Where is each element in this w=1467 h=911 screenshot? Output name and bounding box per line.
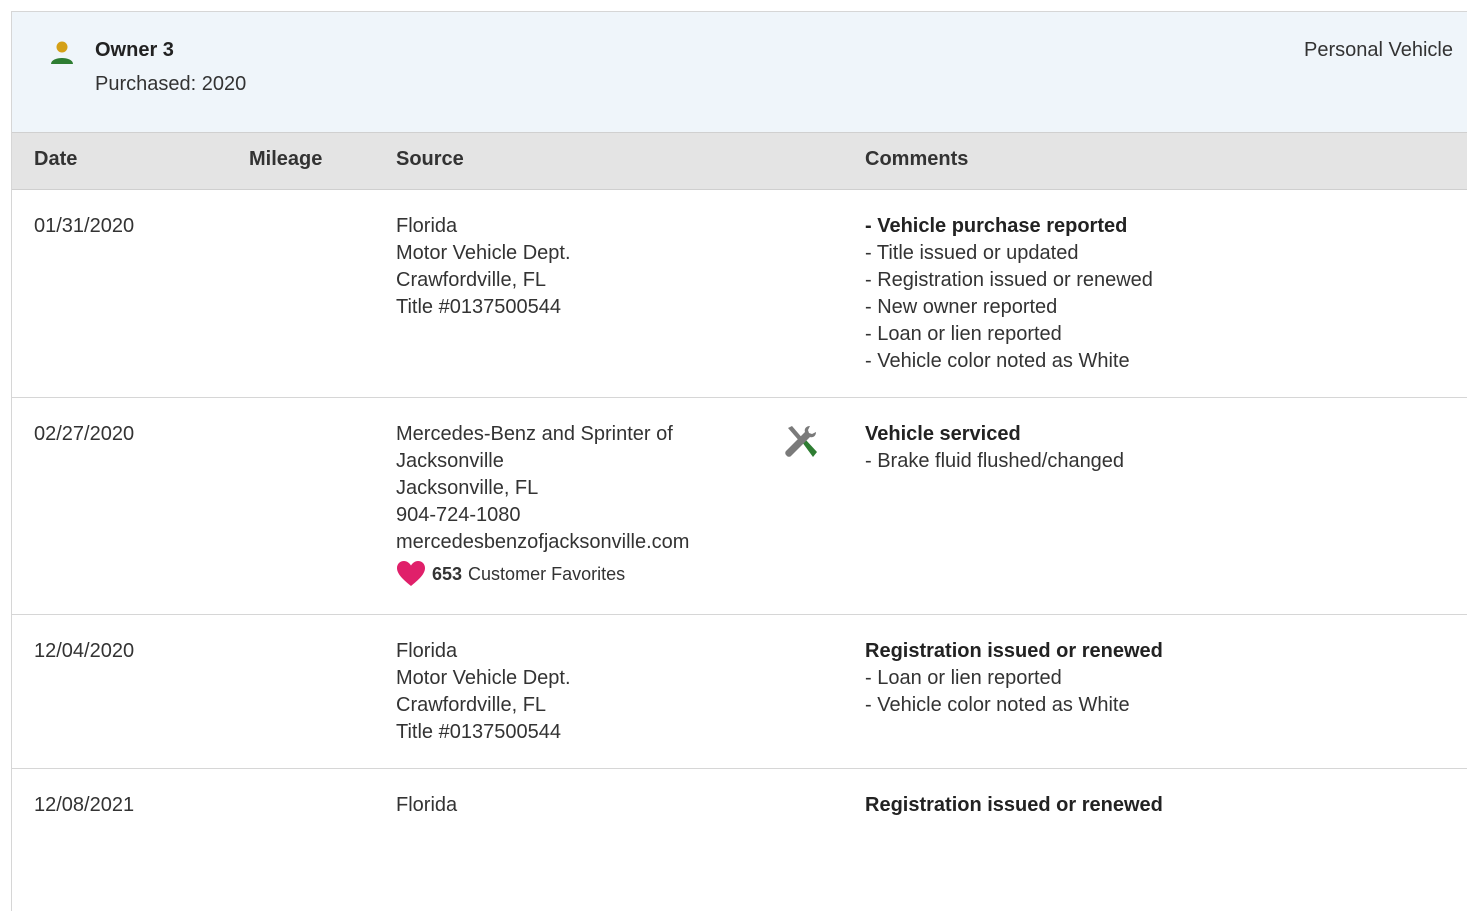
record-source: Florida: [396, 792, 457, 819]
comment-title: Vehicle serviced: [865, 423, 1021, 445]
comment-item: Vehicle color noted as White: [865, 348, 1153, 375]
table-row: 12/04/2020 Florida Motor Vehicle Dept. C…: [12, 615, 1467, 769]
record-date: 12/08/2021: [34, 794, 135, 816]
favorites-label: Customer Favorites: [468, 563, 626, 584]
comment-title: Registration issued or renewed: [865, 794, 1163, 816]
table-row: 01/31/2020 Florida Motor Vehicle Dept. C…: [12, 190, 1467, 398]
comment-title: Registration issued or renewed: [865, 640, 1163, 662]
owner-purchased: Purchased: 2020: [95, 73, 247, 95]
record-comments: Vehicle serviced Brake fluid flushed/cha…: [865, 421, 1124, 475]
favorites-count: 653: [432, 563, 463, 584]
heart-icon: [397, 561, 425, 586]
comment-item: Brake fluid flushed/changed: [865, 448, 1124, 475]
source-line: Jacksonville: [396, 450, 504, 472]
record-source: Florida Motor Vehicle Dept. Crawfordvill…: [396, 638, 571, 746]
person-icon: [51, 41, 73, 64]
column-header-comments: Comments: [865, 148, 969, 170]
record-source: Florida Motor Vehicle Dept. Crawfordvill…: [396, 213, 571, 321]
table-row: 12/08/2021 Florida Registration issued o…: [12, 769, 1467, 889]
source-line: Crawfordville, FL: [396, 269, 547, 291]
owner-title: Owner 3: [95, 39, 174, 61]
owner-header: Owner 3 Purchased: 2020 Personal Vehicle: [12, 12, 1467, 133]
source-website-link[interactable]: mercedesbenzofjacksonville.com: [396, 529, 689, 556]
source-line: Crawfordville, FL: [396, 694, 547, 716]
source-line: Title #0137500544: [396, 296, 561, 318]
column-header-date: Date: [34, 148, 78, 170]
record-comments: Registration issued or renewed: [865, 792, 1163, 819]
table-row: 02/27/2020 Mercedes-Benz and Sprinter of…: [12, 398, 1467, 615]
source-line: Title #0137500544: [396, 721, 561, 743]
comment-title: Vehicle purchase reported: [865, 213, 1153, 240]
record-source: Mercedes-Benz and Sprinter of Jacksonvil…: [396, 421, 689, 588]
column-header-source: Source: [396, 148, 464, 170]
source-line: Mercedes-Benz and Sprinter of: [396, 423, 673, 445]
source-line: Motor Vehicle Dept.: [396, 667, 571, 689]
record-comments: Registration issued or renewed Loan or l…: [865, 638, 1163, 719]
comment-item: Title issued or updated: [865, 240, 1153, 267]
record-date: 02/27/2020: [34, 423, 135, 445]
record-date: 12/04/2020: [34, 640, 135, 662]
source-line[interactable]: 904-724-1080: [396, 502, 689, 529]
source-line: Florida: [396, 215, 458, 237]
source-line: Florida: [396, 640, 458, 662]
record-comments: Vehicle purchase reported Title issued o…: [865, 213, 1153, 375]
column-header-mileage: Mileage: [249, 148, 323, 170]
comment-item: Registration issued or renewed: [865, 267, 1153, 294]
source-line: Florida: [396, 794, 458, 816]
source-line: Motor Vehicle Dept.: [396, 242, 571, 264]
comment-item: Loan or lien reported: [865, 665, 1163, 692]
owner-vehicle-type: Personal Vehicle: [1304, 39, 1453, 61]
record-date: 01/31/2020: [34, 215, 135, 237]
customer-favorites[interactable]: 653 Customer Favorites: [396, 560, 689, 588]
comment-title-text: Vehicle purchase reported: [877, 215, 1128, 237]
comment-item: Vehicle color noted as White: [865, 692, 1163, 719]
service-tools-icon: [785, 426, 817, 457]
owner-history-panel: Owner 3 Purchased: 2020 Personal Vehicle…: [11, 11, 1467, 911]
comment-item: Loan or lien reported: [865, 321, 1153, 348]
source-line: Jacksonville, FL: [396, 477, 539, 499]
table-header: Date Mileage Source Comments: [12, 133, 1467, 190]
comment-item: New owner reported: [865, 294, 1153, 321]
